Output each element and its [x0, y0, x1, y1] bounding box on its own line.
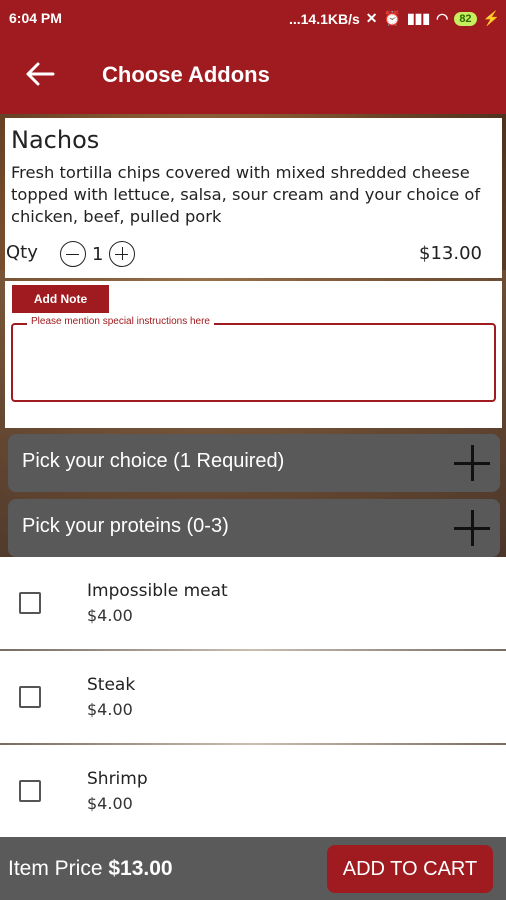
- add-note-button[interactable]: Add Note: [12, 285, 109, 313]
- list-item[interactable]: Impossible meat $4.00: [0, 557, 506, 649]
- wifi-icon: ◠: [436, 10, 449, 26]
- bottom-bar: Item Price $13.00 ADD TO CART: [0, 837, 506, 900]
- mute-icon: ✕: [365, 10, 378, 26]
- expand-plus-icon[interactable]: [454, 445, 490, 481]
- special-instructions-placeholder: Please mention special instructions here: [27, 316, 214, 327]
- item-price-total: Item Price $13.00: [8, 857, 173, 881]
- status-bar: 6:04 PM ...14.1KB/s ✕ ⏰ ▮▮▮ ◠ 82 ⚡: [0, 0, 506, 36]
- special-instructions-field[interactable]: Please mention special instructions here: [11, 316, 496, 402]
- options-list: Impossible meat $4.00 Steak $4.00 Shrimp…: [0, 557, 506, 837]
- checkbox[interactable]: [19, 686, 41, 708]
- option-name: Steak: [87, 675, 136, 695]
- decrease-qty-button[interactable]: [60, 241, 86, 267]
- charging-icon: ⚡: [482, 10, 500, 26]
- option-price: $4.00: [87, 700, 133, 719]
- list-item[interactable]: Steak $4.00: [0, 651, 506, 743]
- battery-icon: 82: [454, 11, 477, 26]
- option-name: Impossible meat: [87, 581, 228, 601]
- add-to-cart-button[interactable]: ADD TO CART: [327, 845, 493, 893]
- status-indicators: ...14.1KB/s ✕ ⏰ ▮▮▮ ◠ 82 ⚡: [289, 10, 500, 27]
- expand-plus-icon[interactable]: [454, 510, 490, 546]
- item-price: $13.00: [419, 243, 482, 264]
- list-item[interactable]: Shrimp $4.00: [0, 745, 506, 837]
- network-speed: ...14.1KB/s: [288, 10, 360, 27]
- page-title: Choose Addons: [102, 62, 270, 87]
- section-pick-choice[interactable]: Pick your choice (1 Required): [8, 434, 500, 492]
- item-price-value: $13.00: [108, 857, 173, 880]
- item-description: Fresh tortilla chips covered with mixed …: [11, 163, 481, 226]
- qty-label: Qty: [6, 242, 38, 263]
- signal-icon: ▮▮▮: [406, 10, 431, 26]
- status-time: 6:04 PM: [9, 10, 62, 26]
- option-price: $4.00: [87, 794, 133, 813]
- back-arrow-icon[interactable]: [26, 62, 56, 86]
- qty-value: 1: [92, 243, 104, 265]
- checkbox[interactable]: [19, 592, 41, 614]
- app-bar: Choose Addons: [0, 36, 506, 114]
- quantity-stepper: 1: [60, 241, 136, 267]
- option-name: Shrimp: [87, 769, 148, 789]
- option-price: $4.00: [87, 606, 133, 625]
- section-pick-proteins[interactable]: Pick your proteins (0-3): [8, 499, 500, 557]
- section-label: Pick your choice (1 Required): [22, 450, 285, 472]
- item-name: Nachos: [11, 126, 100, 154]
- section-label: Pick your proteins (0-3): [22, 515, 229, 537]
- increase-qty-button[interactable]: [109, 241, 136, 267]
- checkbox[interactable]: [19, 780, 41, 802]
- alarm-icon: ⏰: [383, 10, 401, 26]
- item-price-label: Item Price: [8, 857, 103, 880]
